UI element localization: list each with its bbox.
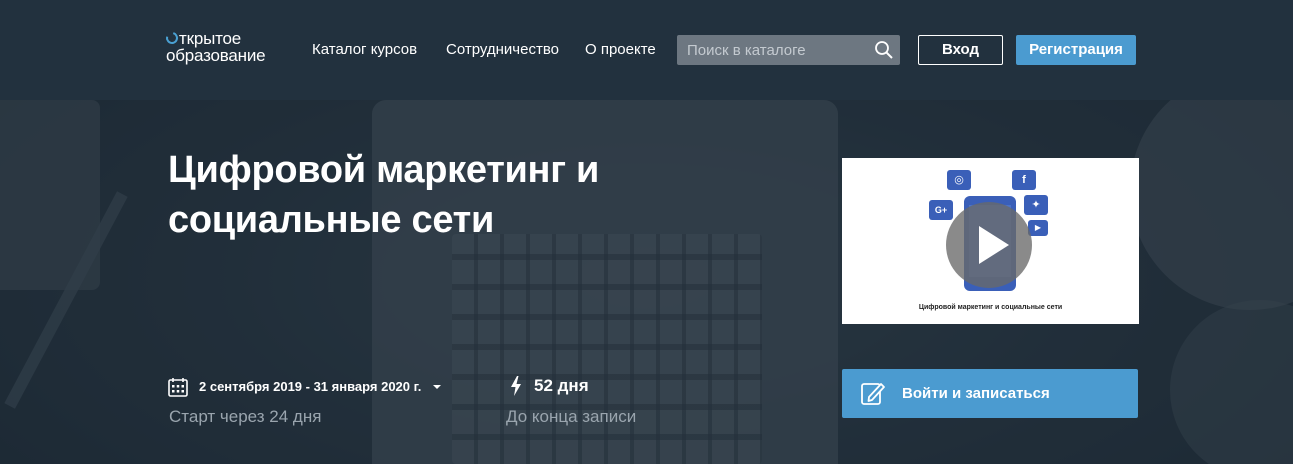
course-title-line-2: социальные сети xyxy=(168,199,495,241)
course-title: Цифровой маркетинг и социальные сети xyxy=(168,145,768,245)
calendar-icon xyxy=(168,378,188,397)
logo-ring-icon xyxy=(163,29,181,47)
twitter-icon: ✦ xyxy=(1024,195,1048,215)
start-note: Старт через 24 дня xyxy=(169,407,322,426)
days-left: 52 дня xyxy=(534,376,589,395)
search-icon[interactable] xyxy=(874,40,894,60)
nav-item-catalog[interactable]: Каталог курсов xyxy=(312,41,417,58)
promo-video[interactable]: ◎ f G+ ✦ ▶ Цифровой маркетинг и социальн… xyxy=(842,158,1139,324)
days-left-note: До конца записи xyxy=(506,407,637,426)
site-header: ткрытое образование Каталог курсов Сотру… xyxy=(0,0,1293,100)
play-button[interactable] xyxy=(946,202,1032,288)
nav-item-about[interactable]: О проекте xyxy=(585,41,656,58)
chevron-down-icon[interactable] xyxy=(433,385,441,389)
course-title-line-1: Цифровой маркетинг и xyxy=(168,149,600,191)
search-box xyxy=(677,35,900,65)
register-button[interactable]: Регистрация xyxy=(1016,35,1136,65)
login-button[interactable]: Вход xyxy=(918,35,1003,65)
instagram-icon: ◎ xyxy=(947,170,971,190)
play-icon xyxy=(979,226,1009,264)
logo-line-1: ткрытое xyxy=(163,29,296,47)
nav-item-partnership[interactable]: Сотрудничество xyxy=(446,41,559,58)
site-logo[interactable]: ткрытое образование xyxy=(163,29,296,65)
youtube-icon: ▶ xyxy=(1028,220,1048,236)
enroll-button[interactable]: Войти и записаться xyxy=(842,369,1138,418)
lightning-icon xyxy=(511,376,521,396)
google-plus-icon: G+ xyxy=(929,200,953,220)
search-input[interactable] xyxy=(677,35,867,65)
edit-icon xyxy=(861,383,885,405)
enroll-label: Войти и записаться xyxy=(902,385,1050,402)
facebook-icon: f xyxy=(1012,170,1036,190)
course-dates[interactable]: 2 сентября 2019 - 31 января 2020 г. xyxy=(199,379,421,394)
video-caption: Цифровой маркетинг и социальные сети xyxy=(918,304,1063,311)
logo-line-2: образование xyxy=(166,46,266,65)
